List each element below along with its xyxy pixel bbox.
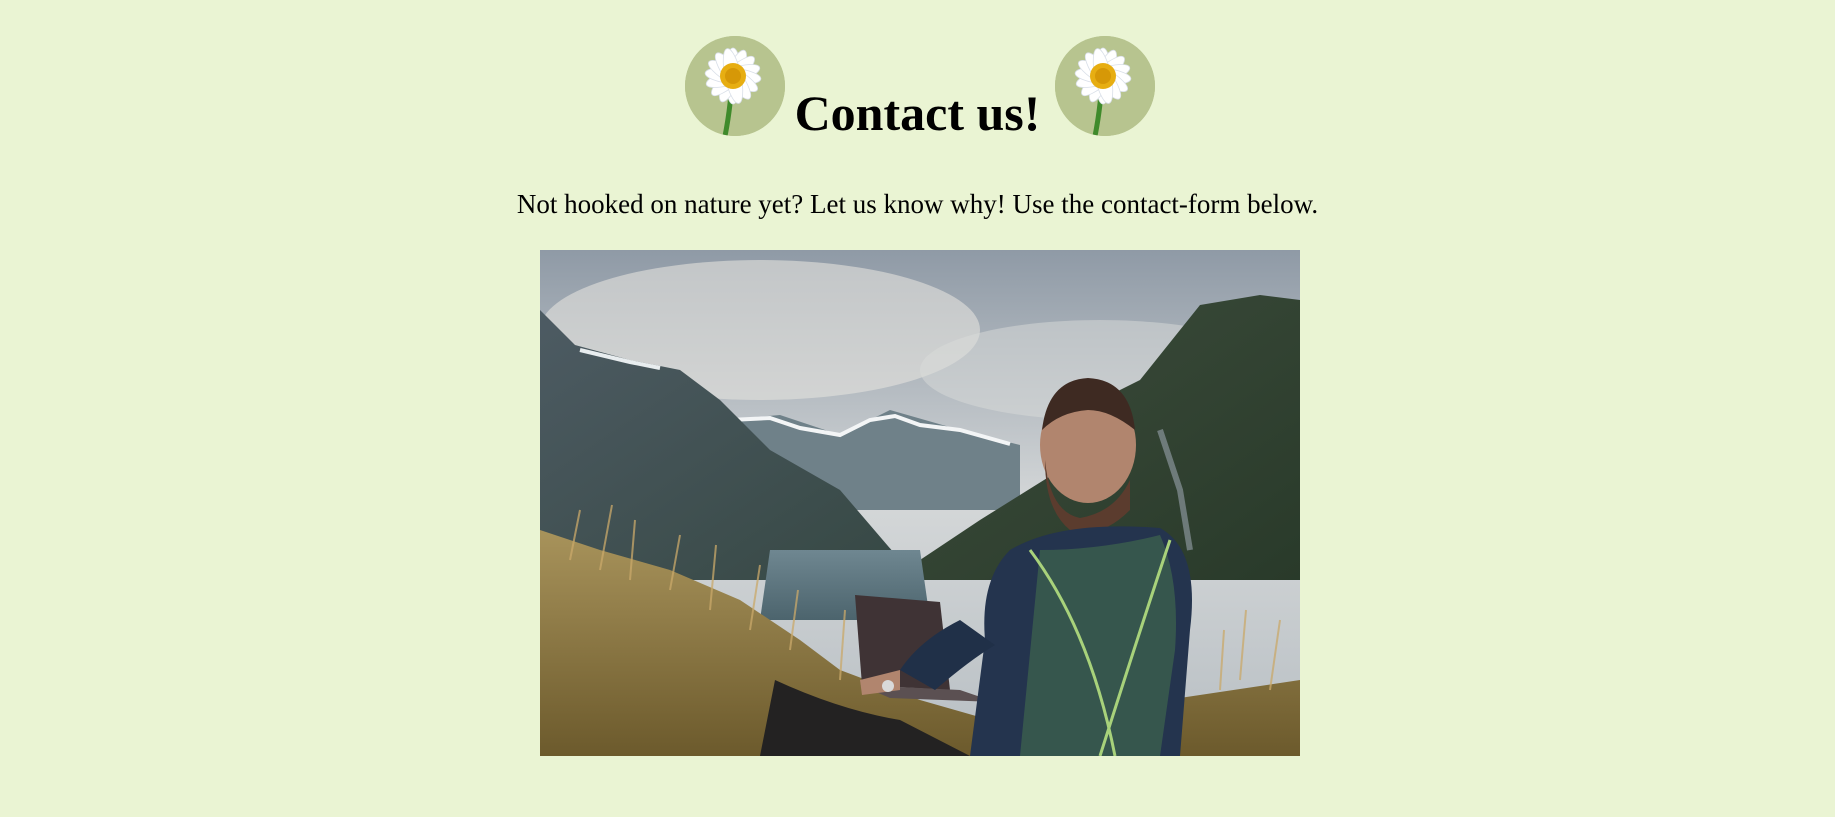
page-header: Contact us! [0,36,1835,146]
intro-text: Not hooked on nature yet? Let us know wh… [516,189,1319,219]
hero-image [540,250,1300,756]
daisy-icon [1055,36,1155,136]
page-title: Contact us! [794,85,1041,141]
